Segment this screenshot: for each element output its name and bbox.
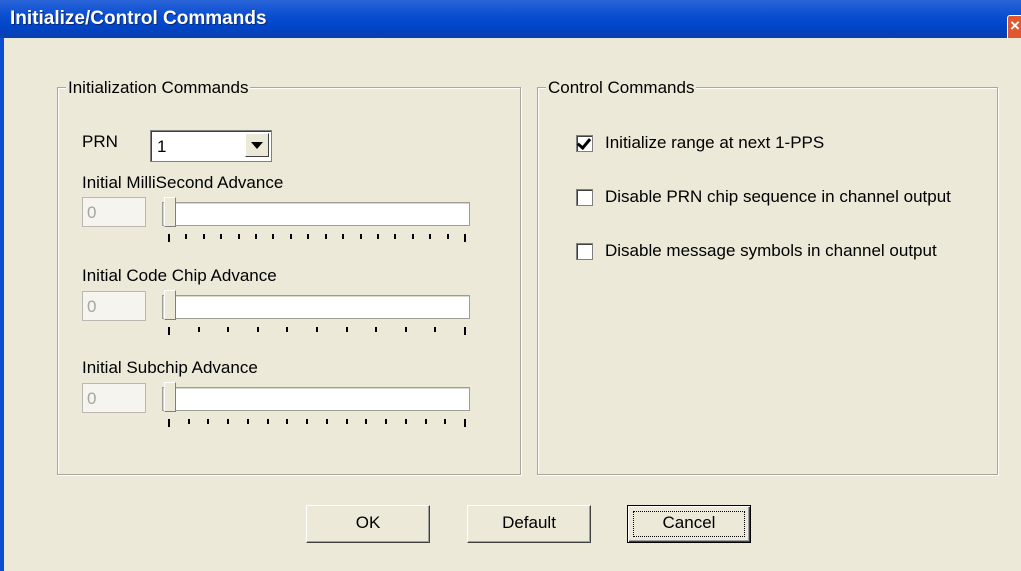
disable-message-symbols-checkbox[interactable] <box>576 243 593 260</box>
millisecond-advance-field[interactable]: 0 <box>82 197 146 227</box>
slider-tick <box>247 419 249 424</box>
slider-tick <box>307 234 309 239</box>
slider-tick <box>412 234 414 239</box>
slider-tick <box>365 419 367 424</box>
default-button[interactable]: Default <box>467 505 591 543</box>
slider-tick <box>342 234 344 239</box>
slider-tick <box>464 234 466 242</box>
millisecond-advance-slider[interactable] <box>162 202 470 226</box>
prn-dropdown-button[interactable] <box>245 133 269 157</box>
ok-button[interactable]: OK <box>306 505 430 543</box>
slider-tick <box>220 234 222 239</box>
millisecond-slider-thumb[interactable] <box>164 197 176 227</box>
prn-select[interactable]: 1 <box>150 130 272 162</box>
code-chip-slider-thumb[interactable] <box>164 290 176 320</box>
code-chip-advance-label: Initial Code Chip Advance <box>82 266 277 285</box>
millisecond-advance-value: 0 <box>87 203 97 222</box>
window-title: Initialize/Control Commands <box>10 8 267 29</box>
subchip-advance-label: Initial Subchip Advance <box>82 358 258 377</box>
slider-tick <box>188 419 190 424</box>
disable-prn-chip-label: Disable PRN chip sequence in channel out… <box>605 187 951 206</box>
slider-tick <box>375 327 377 332</box>
control-commands-title: Control Commands <box>546 78 697 98</box>
slider-tick <box>405 327 407 332</box>
cancel-button[interactable]: Cancel <box>627 505 751 543</box>
initialize-range-checkbox[interactable] <box>576 134 593 152</box>
initialize-range-label: Initialize range at next 1-PPS <box>605 133 825 152</box>
slider-tick <box>464 327 466 335</box>
code-chip-slider-ticks <box>168 327 468 335</box>
code-chip-advance-field[interactable]: 0 <box>82 291 146 321</box>
slider-tick <box>257 327 259 332</box>
slider-tick <box>447 234 449 239</box>
disable-message-symbols-label: Disable message symbols in channel outpu… <box>605 241 937 260</box>
slider-tick <box>306 419 308 424</box>
slider-tick <box>267 419 269 424</box>
slider-tick <box>238 234 240 239</box>
slider-tick <box>290 234 292 239</box>
slider-tick <box>286 327 288 332</box>
subchip-advance-value: 0 <box>87 389 97 408</box>
slider-tick <box>207 419 209 424</box>
slider-tick <box>272 234 274 239</box>
initialization-commands-title: Initialization Commands <box>66 78 251 98</box>
chevron-down-icon <box>251 142 263 149</box>
slider-tick <box>203 234 205 239</box>
slider-tick <box>377 234 379 239</box>
prn-label: PRN <box>82 132 118 151</box>
slider-tick <box>185 234 187 239</box>
slider-tick <box>429 234 431 239</box>
slider-tick <box>360 234 362 239</box>
slider-tick <box>464 419 466 427</box>
close-icon: × <box>1010 16 1020 35</box>
slider-tick <box>346 419 348 424</box>
title-bar[interactable]: Initialize/Control Commands × <box>0 0 1021 38</box>
checkmark-icon <box>576 134 592 151</box>
subchip-slider-thumb[interactable] <box>164 382 176 412</box>
subchip-advance-slider[interactable] <box>162 387 470 411</box>
slider-tick <box>326 419 328 424</box>
slider-tick <box>168 327 170 335</box>
close-button[interactable]: × <box>1007 15 1021 38</box>
slider-tick <box>227 327 229 332</box>
prn-selected-value: 1 <box>157 137 167 156</box>
slider-tick <box>434 327 436 332</box>
subchip-advance-field[interactable]: 0 <box>82 383 146 413</box>
slider-tick <box>394 234 396 239</box>
slider-tick <box>255 234 257 239</box>
focus-rectangle <box>633 511 745 537</box>
slider-tick <box>227 419 229 424</box>
slider-tick <box>286 419 288 424</box>
slider-tick <box>385 419 387 424</box>
dialog-window: Initialize/Control Commands × Initializa… <box>0 0 1021 571</box>
millisecond-advance-label: Initial MilliSecond Advance <box>82 173 284 192</box>
slider-tick <box>168 419 170 427</box>
window-left-border <box>0 38 4 571</box>
slider-tick <box>425 419 427 424</box>
slider-tick <box>346 327 348 332</box>
slider-tick <box>325 234 327 239</box>
disable-prn-chip-checkbox[interactable] <box>576 189 593 206</box>
millisecond-slider-ticks <box>168 234 468 242</box>
code-chip-advance-value: 0 <box>87 297 97 316</box>
subchip-slider-ticks <box>168 419 468 427</box>
slider-tick <box>168 234 170 242</box>
code-chip-advance-slider[interactable] <box>162 295 470 319</box>
slider-tick <box>444 419 446 424</box>
slider-tick <box>198 327 200 332</box>
slider-tick <box>405 419 407 424</box>
slider-tick <box>316 327 318 332</box>
